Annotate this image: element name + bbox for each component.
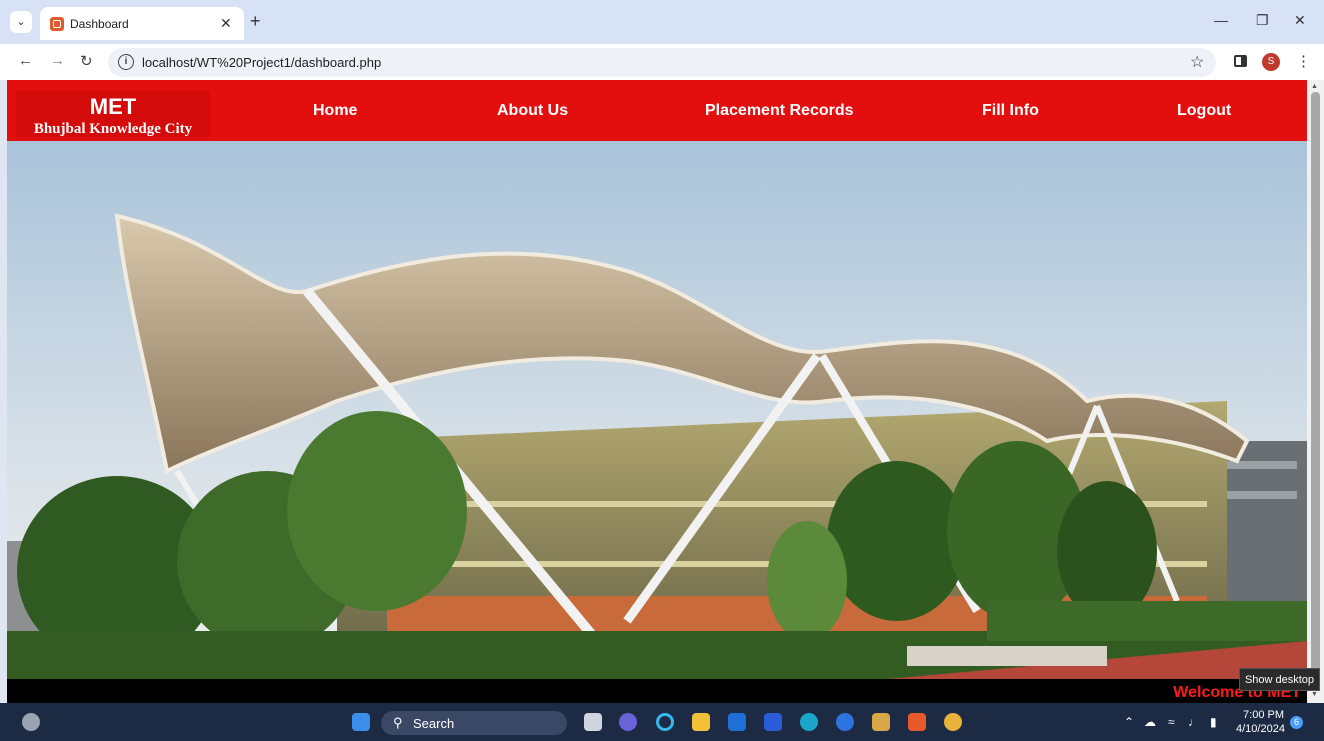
logo-met-text: MET [89,94,137,119]
profile-avatar[interactable]: S [1262,53,1280,71]
nav-logout[interactable]: Logout [1177,102,1231,120]
close-window-icon[interactable]: ✕ [1294,12,1306,29]
new-tab-icon[interactable]: + [250,12,261,30]
app-icon[interactable] [836,713,854,731]
url-text[interactable]: localhost/WT%20Project1/dashboard.php [142,55,381,70]
reload-icon[interactable]: ↻ [80,52,93,70]
nav-about-us[interactable]: About Us [497,102,568,120]
campus-hero-image [7,141,1307,679]
minimize-icon[interactable]: — [1214,12,1228,28]
store-icon[interactable] [764,713,782,731]
browser-menu-icon[interactable]: ⋮ [1296,52,1311,70]
tab-close-icon[interactable]: ✕ [220,15,232,32]
teams-icon[interactable] [619,713,637,731]
edge-icon[interactable] [800,713,818,731]
restore-icon[interactable]: ❐ [1256,12,1269,29]
page-scrollbar[interactable]: ▲ ▼ [1307,80,1324,703]
xampp-favicon-icon [50,17,64,31]
scrollbar-thumb[interactable] [1311,92,1320,689]
show-desktop-tooltip: Show desktop [1239,668,1320,691]
nav-home[interactable]: Home [313,102,357,120]
back-icon[interactable]: ← [18,52,33,69]
system-clock[interactable]: 7:00 PM 4/10/2024 [1236,708,1285,736]
address-bar[interactable]: i localhost/WT%20Project1/dashboard.php … [108,48,1216,77]
page-viewport: MET Bhujbal Knowledge City Home About Us… [7,80,1307,703]
scroll-down-icon[interactable]: ▼ [1311,691,1318,698]
start-icon[interactable] [352,713,370,731]
met-logo[interactable]: MET Bhujbal Knowledge City [16,91,210,137]
browser-toolbar: ← → ↻ i localhost/WT%20Project1/dashboar… [0,44,1324,80]
onedrive-icon[interactable]: ☁ [1144,715,1156,729]
search-label: Search [413,716,455,731]
tab-title: Dashboard [70,17,129,31]
side-panel-icon[interactable] [1234,55,1247,67]
forward-icon[interactable]: → [50,52,65,69]
cortana-icon[interactable] [656,713,674,731]
xampp-icon[interactable] [908,713,926,731]
volume-icon[interactable]: ♩ [1188,715,1200,729]
notification-badge[interactable]: 6 [1290,716,1303,729]
clock-date: 4/10/2024 [1236,723,1285,735]
widgets-icon[interactable] [22,713,40,731]
scroll-up-icon[interactable]: ▲ [1311,83,1318,90]
file-explorer-icon[interactable] [692,713,710,731]
nav-fill-info[interactable]: Fill Info [982,102,1039,120]
show-hidden-icons-icon[interactable]: ⌃ [1124,715,1134,729]
wifi-icon[interactable]: ≈ [1168,715,1175,729]
site-info-icon[interactable]: i [118,54,134,70]
site-navbar: MET Bhujbal Knowledge City Home About Us… [7,80,1307,141]
browser-tab-strip: ⌄ Dashboard ✕ + — ❐ ✕ [0,0,1324,44]
tab-dashboard[interactable]: Dashboard ✕ [40,7,244,40]
clock-time: 7:00 PM [1243,709,1284,721]
nav-placement-records[interactable]: Placement Records [705,102,854,120]
windows-taskbar: ⚲ Search ⌃ ☁ ≈ ♩ ▮ 7:00 PM 4/10/2024 6 [0,703,1324,741]
tab-search-button[interactable]: ⌄ [10,11,32,33]
logo-city-text: Bhujbal Knowledge City [33,121,193,137]
task-view-icon[interactable] [584,713,602,731]
chrome-icon[interactable] [944,713,962,731]
taskbar-search[interactable]: ⚲ Search [381,711,567,735]
bookmark-star-icon[interactable]: ☆ [1190,52,1204,72]
xampp-service-icon[interactable] [872,713,890,731]
search-icon: ⚲ [393,715,403,730]
battery-icon[interactable]: ▮ [1210,715,1217,729]
linkedin-learning-icon[interactable] [728,713,746,731]
